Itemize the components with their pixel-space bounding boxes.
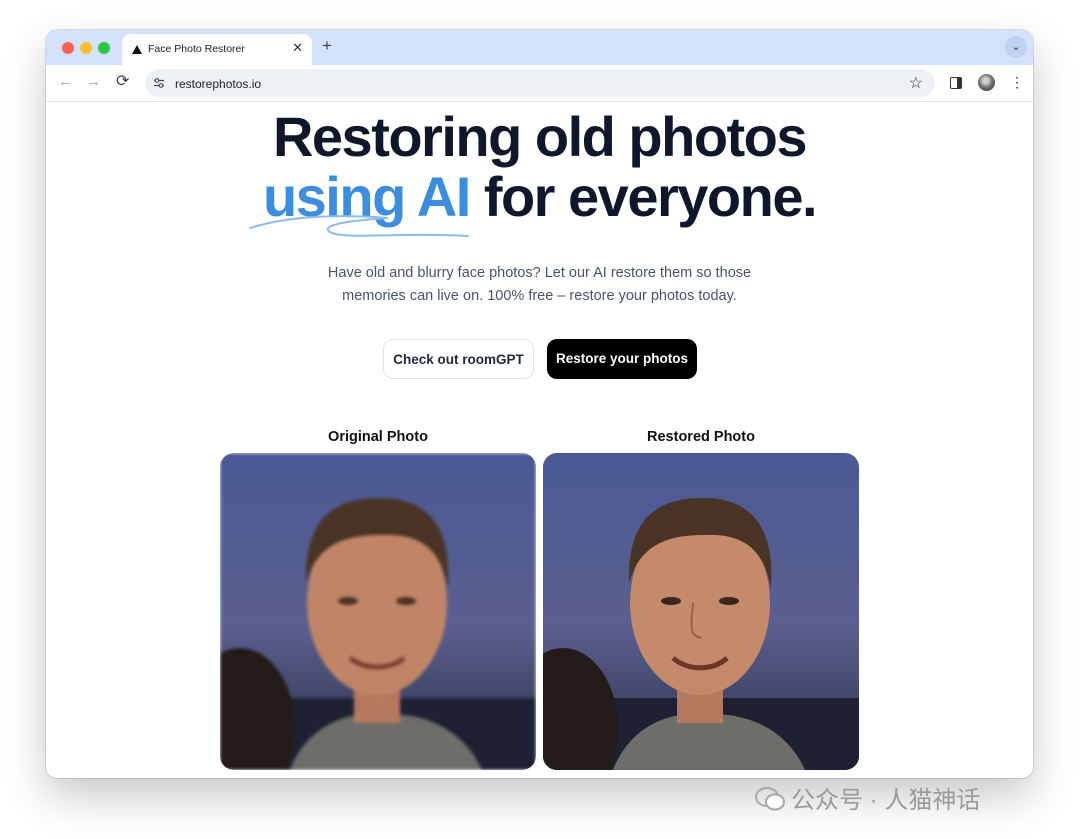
browser-tab[interactable]: Face Photo Restorer ✕ [122,34,312,65]
restore-photos-button[interactable]: Restore your photos [547,339,697,379]
tab-title: Face Photo Restorer [148,43,245,55]
minimize-window-button[interactable] [80,42,92,54]
forward-arrow-icon[interactable]: → [86,73,101,91]
restored-photo-label: Restored Photo [647,429,755,445]
side-panel-icon[interactable] [950,77,962,89]
wechat-icon [755,787,785,811]
reload-icon[interactable]: ⟳ [116,73,129,91]
hero-heading-rest: for everyone. [469,165,818,228]
watermark-text: 公众号 · 人猫神话 [791,787,981,814]
profile-avatar[interactable] [978,74,995,91]
roomgpt-button[interactable]: Check out roomGPT [383,339,534,379]
browser-toolbar: ← → ⟳ restorephotos.io ☆ ⋮ [46,65,1033,102]
hero-heading-line1: Restoring old photos [272,105,808,168]
bookmark-star-icon[interactable]: ☆ [909,73,923,93]
zoom-window-button[interactable] [98,42,110,54]
underline-scribble-icon [249,215,469,237]
restored-photo [543,453,859,770]
tab-strip: Face Photo Restorer ✕ + ⌄ [46,30,1033,65]
site-settings-icon[interactable] [153,77,165,89]
new-tab-button[interactable]: + [322,37,332,55]
url-text[interactable]: restorephotos.io [175,77,261,91]
address-bar[interactable]: restorephotos.io ☆ [145,69,935,97]
subtitle-line1: Have old and blurry face photos? Let our… [327,265,752,281]
tab-search-button[interactable]: ⌄ [1005,36,1027,58]
close-window-button[interactable] [62,42,74,54]
back-arrow-icon[interactable]: ← [58,73,73,91]
original-photo [220,453,536,770]
original-photo-label: Original Photo [328,429,428,445]
hero-heading-line2: using AI for everyone. [46,166,1033,228]
subtitle-line2: memories can live on. 100% free – restor… [342,288,737,304]
watermark: 公众号 · 人猫神话 [755,780,980,815]
close-tab-icon[interactable]: ✕ [292,40,303,56]
browser-window: Face Photo Restorer ✕ + ⌄ ← → ⟳ restorep… [46,30,1033,778]
triangle-logo-icon [132,45,142,54]
page-content: Restoring old photos using AI for everyo… [46,102,1033,778]
more-menu-icon[interactable]: ⋮ [1010,73,1024,91]
